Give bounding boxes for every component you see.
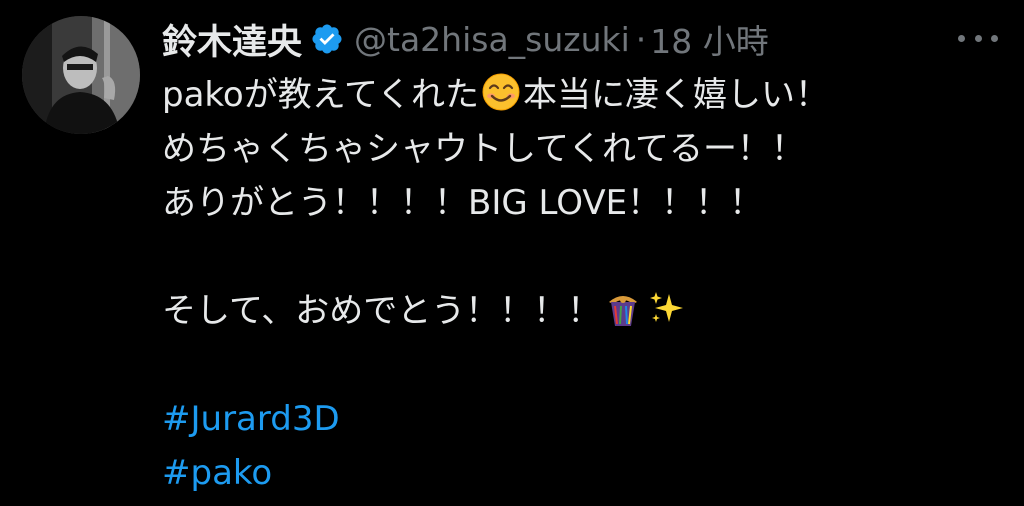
hashtag-link[interactable]: #pako xyxy=(162,446,1002,500)
hashtag-link[interactable]: #Jurard3D xyxy=(162,392,1002,446)
tweet-text: pakoが教えてくれた 本当に凄く嬉しい！ めちゃくちゃシャウトしてくれてるー！… xyxy=(162,68,1002,500)
avatar[interactable] xyxy=(22,16,140,134)
tweet[interactable]: 鈴木達央 @ta2hisa_suzuki · 18 小時 pakoが教えてくれた xyxy=(0,0,1024,506)
tweet-line-2: めちゃくちゃシャウトしてくれてるー！！ xyxy=(162,129,805,169)
more-dot xyxy=(974,34,982,42)
more-dot xyxy=(991,34,998,42)
more-dot xyxy=(958,34,965,42)
header-separator: · xyxy=(635,19,647,59)
tweet-line-1: pakoが教えてくれた 本当に凄く嬉しい！ xyxy=(162,68,1002,122)
tweet-line-4-text: そして、おめでとう！！！！ xyxy=(162,291,602,331)
more-horizontal-icon[interactable] xyxy=(958,28,998,48)
display-name[interactable]: 鈴木達央 xyxy=(162,14,302,65)
tweet-line-3: ありがとう！！！！BIG LOVE！！！！ xyxy=(162,183,764,223)
tweet-line-4: そして、おめでとう！！！！ xyxy=(162,284,1002,338)
tweet-header: 鈴木達央 @ta2hisa_suzuki · 18 小時 xyxy=(162,14,769,64)
confetti-ball-emoji xyxy=(603,288,643,328)
tweet-line-1-text-a: pakoが教えてくれた xyxy=(162,75,479,115)
author-handle[interactable]: @ta2hisa_suzuki xyxy=(354,20,630,59)
verified-badge-icon xyxy=(310,22,344,56)
sparkles-emoji xyxy=(647,288,687,328)
tweet-timestamp[interactable]: 18 小時 xyxy=(650,15,768,63)
smiling-face-emoji xyxy=(481,72,521,112)
tweet-line-1-text-b: 本当に凄く嬉しい！ xyxy=(522,75,829,115)
